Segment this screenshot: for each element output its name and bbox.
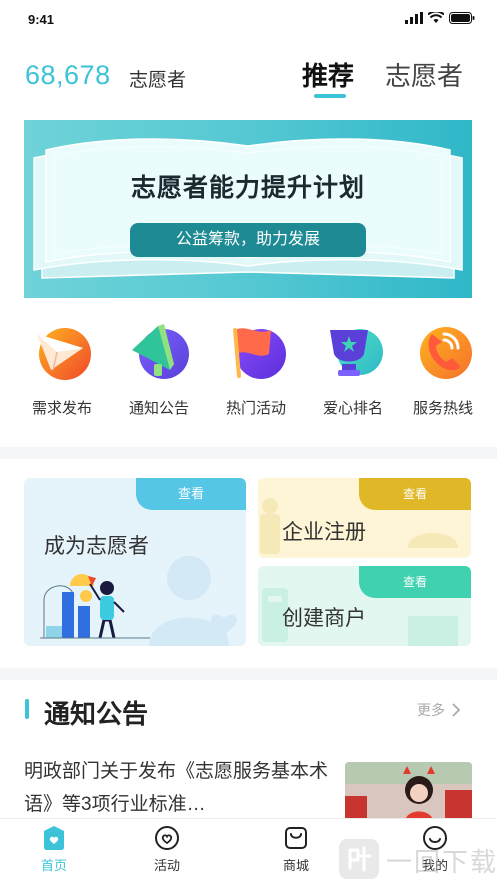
notice-item-thumbnail[interactable] xyxy=(345,762,472,822)
status-icons xyxy=(405,12,475,24)
quick-action-label: 通知公告 xyxy=(128,400,189,417)
notices-section-title: 通知公告 xyxy=(44,699,149,729)
card-title: 企业注册 xyxy=(282,521,366,544)
tab-recommend[interactable]: 推荐 xyxy=(302,56,354,93)
tabbar-label: 首页 xyxy=(40,858,67,873)
notice-item-title[interactable]: 明政部门关于发布《志愿服务基本术语》等3项行业标准… xyxy=(24,755,329,821)
card-title: 创建商户 xyxy=(282,607,366,630)
battery-icon xyxy=(449,12,475,24)
quick-action-activity[interactable]: 热门活动 xyxy=(216,320,296,418)
home-icon xyxy=(44,826,64,850)
trophy-icon xyxy=(330,329,383,376)
quick-action-hotline[interactable]: 服务热线 xyxy=(403,320,483,418)
card-create-merchant[interactable]: 查看 创建商户 xyxy=(258,566,471,646)
banner[interactable]: 志愿者能力提升计划 公益筹款，助力发展 xyxy=(24,120,472,298)
status-time: 9:41 xyxy=(28,12,55,27)
more-label: 更多 xyxy=(417,702,445,718)
card-title: 成为志愿者 xyxy=(44,535,149,558)
phone-icon xyxy=(420,327,472,379)
tabbar-label: 活动 xyxy=(153,858,180,873)
tabbar-home[interactable]: 首页 xyxy=(24,825,84,874)
banner-book-decoration xyxy=(33,138,463,279)
status-bar: 9:41 xyxy=(0,0,497,40)
quick-action-label: 需求发布 xyxy=(31,400,92,417)
tab-volunteers[interactable]: 志愿者 xyxy=(385,56,463,93)
wifi-icon xyxy=(428,12,444,23)
activity-icon xyxy=(155,826,179,850)
banner-title: 志愿者能力提升计划 xyxy=(130,174,365,202)
section-accent-bar xyxy=(25,699,29,719)
banner-pill-button[interactable]: 公益筹款，助力发展 xyxy=(130,223,366,257)
quick-action-notice[interactable]: 通知公告 xyxy=(119,320,199,418)
tab-active-indicator xyxy=(314,94,346,98)
watermark: 一回下载 xyxy=(338,836,497,882)
tabbar-activity[interactable]: 活动 xyxy=(137,825,197,874)
megaphone-icon xyxy=(132,324,189,379)
card-view-button[interactable]: 查看 xyxy=(136,478,246,510)
card-view-button[interactable]: 查看 xyxy=(359,478,471,510)
quick-action-label: 热门活动 xyxy=(225,400,286,417)
volunteer-illustration xyxy=(40,574,150,639)
card-enterprise-register[interactable]: 查看 企业注册 xyxy=(258,478,471,558)
signal-icon xyxy=(405,12,423,24)
flag-icon xyxy=(233,328,286,379)
notice-photo xyxy=(345,762,472,822)
section-divider xyxy=(0,668,497,680)
quick-action-ranking[interactable]: 爱心排名 xyxy=(313,320,393,418)
paper-plane-icon xyxy=(37,328,91,380)
card-become-volunteer[interactable]: 查看 成为志愿者 xyxy=(24,478,246,646)
quick-action-demand[interactable]: 需求发布 xyxy=(22,320,102,418)
card-view-button[interactable]: 查看 xyxy=(359,566,471,598)
volunteer-count-label: 志愿者 xyxy=(129,70,187,91)
tabbar-label: 商城 xyxy=(282,858,309,873)
header: 68,678 志愿者 推荐 志愿者 xyxy=(0,52,497,108)
section-divider xyxy=(0,447,497,459)
tabbar-shop[interactable]: 商城 xyxy=(266,825,326,874)
watermark-logo-icon xyxy=(339,839,379,879)
watermark-text: 一回下载 xyxy=(386,847,497,877)
shop-bag-icon xyxy=(285,827,307,849)
quick-action-label: 服务热线 xyxy=(412,400,473,417)
volunteer-count: 68,678 xyxy=(25,60,111,90)
notices-more-link[interactable]: 更多 xyxy=(417,700,461,720)
quick-actions: 需求发布 通知公告 热门活动 爱心排名 服务热线 xyxy=(0,320,497,430)
quick-action-label: 爱心排名 xyxy=(322,400,383,417)
chevron-right-icon xyxy=(452,703,461,717)
